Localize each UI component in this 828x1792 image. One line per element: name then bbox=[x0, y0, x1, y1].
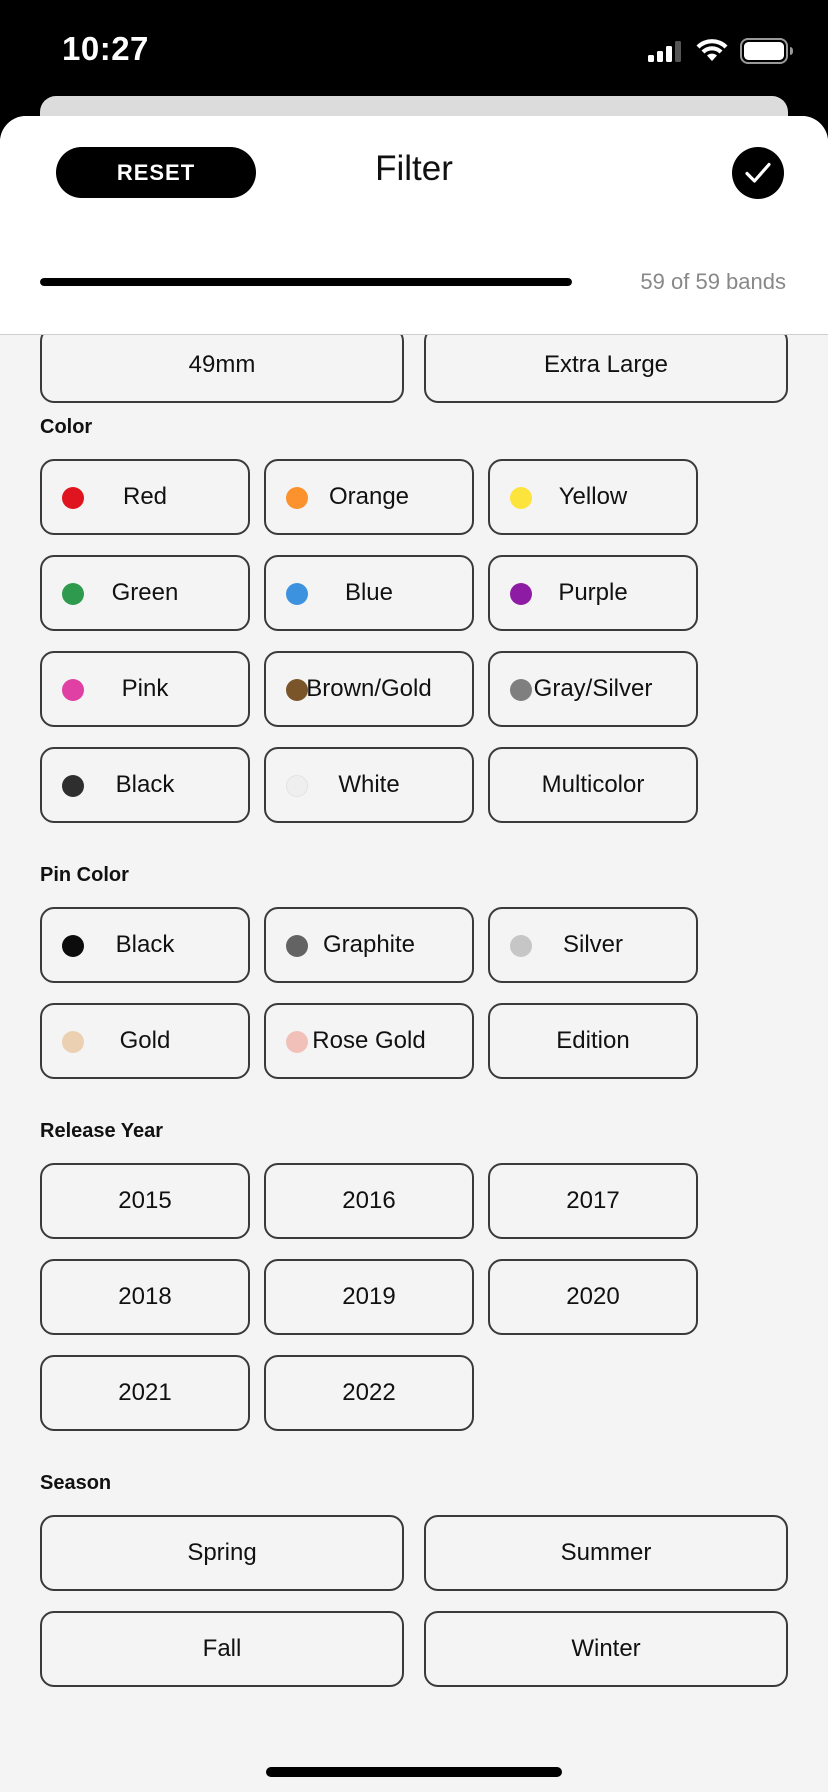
chip-label: Red bbox=[122, 483, 168, 510]
pin-color-chip-silver[interactable]: Silver bbox=[488, 907, 698, 983]
color-chip-red[interactable]: Red bbox=[40, 459, 250, 535]
progress-fill bbox=[40, 278, 572, 286]
color-chip-orange[interactable]: Orange bbox=[264, 459, 474, 535]
color-chip-blue[interactable]: Blue bbox=[264, 555, 474, 631]
chip-label: Gold bbox=[119, 1027, 171, 1054]
color-swatch-icon bbox=[286, 679, 308, 701]
chip-label: Extra Large bbox=[543, 351, 669, 378]
color-swatch-icon bbox=[286, 487, 308, 509]
year-chip-2021[interactable]: 2021 bbox=[40, 1355, 250, 1431]
color-chip-yellow[interactable]: Yellow bbox=[488, 459, 698, 535]
color-swatch-icon bbox=[510, 583, 532, 605]
section-label-color: Color bbox=[40, 416, 93, 438]
status-bar: 10:27 bbox=[0, 0, 828, 100]
color-chip-gray-silver[interactable]: Gray/Silver bbox=[488, 651, 698, 727]
chip-label: Yellow bbox=[558, 483, 628, 510]
chip-label: 2017 bbox=[566, 1187, 620, 1214]
color-chip-brown-gold[interactable]: Brown/Gold bbox=[264, 651, 474, 727]
results-count: 59 of 59 bands bbox=[640, 269, 786, 294]
chip-label: Pink bbox=[121, 675, 169, 702]
color-swatch-icon bbox=[62, 487, 84, 509]
size-chip[interactable]: Extra Large bbox=[424, 327, 788, 403]
color-swatch-icon bbox=[510, 935, 532, 957]
color-swatch-icon bbox=[62, 679, 84, 701]
color-swatch-icon bbox=[286, 935, 308, 957]
chip-label: Graphite bbox=[322, 931, 416, 958]
results-progress-bar bbox=[40, 278, 572, 286]
chip-label: Summer bbox=[560, 1539, 652, 1566]
chip-label: Purple bbox=[558, 579, 628, 606]
filter-header: RESET Filter 59 of 59 bands bbox=[0, 116, 828, 335]
color-swatch-icon bbox=[286, 775, 308, 797]
section-label-release-year: Release Year bbox=[40, 1120, 164, 1142]
chip-label: Edition bbox=[556, 1027, 630, 1054]
pin-color-chip-graphite[interactable]: Graphite bbox=[264, 907, 474, 983]
cellular-signal-icon bbox=[648, 41, 681, 62]
chip-label: Green bbox=[111, 579, 179, 606]
chip-label: White bbox=[338, 771, 400, 798]
year-chip-2020[interactable]: 2020 bbox=[488, 1259, 698, 1335]
color-swatch-icon bbox=[62, 935, 84, 957]
home-indicator bbox=[266, 1767, 562, 1777]
color-swatch-icon bbox=[62, 583, 84, 605]
color-swatch-icon bbox=[62, 1031, 84, 1053]
year-chip-2022[interactable]: 2022 bbox=[264, 1355, 474, 1431]
chip-label: 2016 bbox=[342, 1187, 396, 1214]
chip-label: 2022 bbox=[342, 1379, 396, 1406]
chip-label: Winter bbox=[571, 1635, 641, 1662]
wifi-icon bbox=[696, 39, 728, 61]
color-chip-pink[interactable]: Pink bbox=[40, 651, 250, 727]
color-chip-multicolor[interactable]: Multicolor bbox=[488, 747, 698, 823]
pin-color-chip-black[interactable]: Black bbox=[40, 907, 250, 983]
chip-label: Black bbox=[115, 771, 175, 798]
pin-color-chip-edition[interactable]: Edition bbox=[488, 1003, 698, 1079]
season-chip-winter[interactable]: Winter bbox=[424, 1611, 788, 1687]
chip-label: 2018 bbox=[118, 1283, 172, 1310]
chip-label: Rose Gold bbox=[312, 1027, 426, 1054]
chip-label: Fall bbox=[202, 1635, 242, 1662]
chip-label: 2020 bbox=[566, 1283, 620, 1310]
season-chip-fall[interactable]: Fall bbox=[40, 1611, 404, 1687]
year-chip-2017[interactable]: 2017 bbox=[488, 1163, 698, 1239]
chip-label: 49mm bbox=[188, 351, 256, 378]
chip-label: Gray/Silver bbox=[533, 675, 653, 702]
done-button[interactable] bbox=[732, 147, 784, 199]
size-chip[interactable]: 49mm bbox=[40, 327, 404, 403]
year-chip-2015[interactable]: 2015 bbox=[40, 1163, 250, 1239]
color-chip-white[interactable]: White bbox=[264, 747, 474, 823]
chip-label: 2015 bbox=[118, 1187, 172, 1214]
pin-color-chip-rose-gold[interactable]: Rose Gold bbox=[264, 1003, 474, 1079]
color-chip-green[interactable]: Green bbox=[40, 555, 250, 631]
chip-label: Blue bbox=[344, 579, 394, 606]
chip-label: Silver bbox=[562, 931, 623, 958]
battery-icon bbox=[740, 38, 793, 64]
chip-label: Spring bbox=[187, 1539, 257, 1566]
chip-label: Brown/Gold bbox=[306, 675, 432, 702]
status-icons bbox=[648, 36, 794, 66]
chip-label: Orange bbox=[328, 483, 410, 510]
color-swatch-icon bbox=[286, 583, 308, 605]
section-label-season: Season bbox=[40, 1472, 112, 1494]
filter-sheet: 49mm Extra Large Color Red Orange Yellow Gr… bbox=[0, 116, 828, 1792]
section-label-pin-color: Pin Color bbox=[40, 864, 129, 886]
year-chip-2018[interactable]: 2018 bbox=[40, 1259, 250, 1335]
color-chip-black[interactable]: Black bbox=[40, 747, 250, 823]
year-chip-2019[interactable]: 2019 bbox=[264, 1259, 474, 1335]
chip-label: 2021 bbox=[118, 1379, 172, 1406]
season-chip-spring[interactable]: Spring bbox=[40, 1515, 404, 1591]
color-swatch-icon bbox=[286, 1031, 308, 1053]
color-swatch-icon bbox=[62, 775, 84, 797]
chip-label: Black bbox=[115, 931, 175, 958]
chip-label: Multicolor bbox=[541, 771, 645, 798]
checkmark-icon bbox=[745, 162, 771, 183]
reset-button[interactable]: RESET bbox=[56, 147, 256, 198]
pin-color-chip-gold[interactable]: Gold bbox=[40, 1003, 250, 1079]
chip-label: 2019 bbox=[342, 1283, 396, 1310]
color-swatch-icon bbox=[510, 679, 532, 701]
season-chip-summer[interactable]: Summer bbox=[424, 1515, 788, 1591]
status-time: 10:27 bbox=[62, 30, 149, 67]
color-swatch-icon bbox=[510, 487, 532, 509]
color-chip-purple[interactable]: Purple bbox=[488, 555, 698, 631]
year-chip-2016[interactable]: 2016 bbox=[264, 1163, 474, 1239]
